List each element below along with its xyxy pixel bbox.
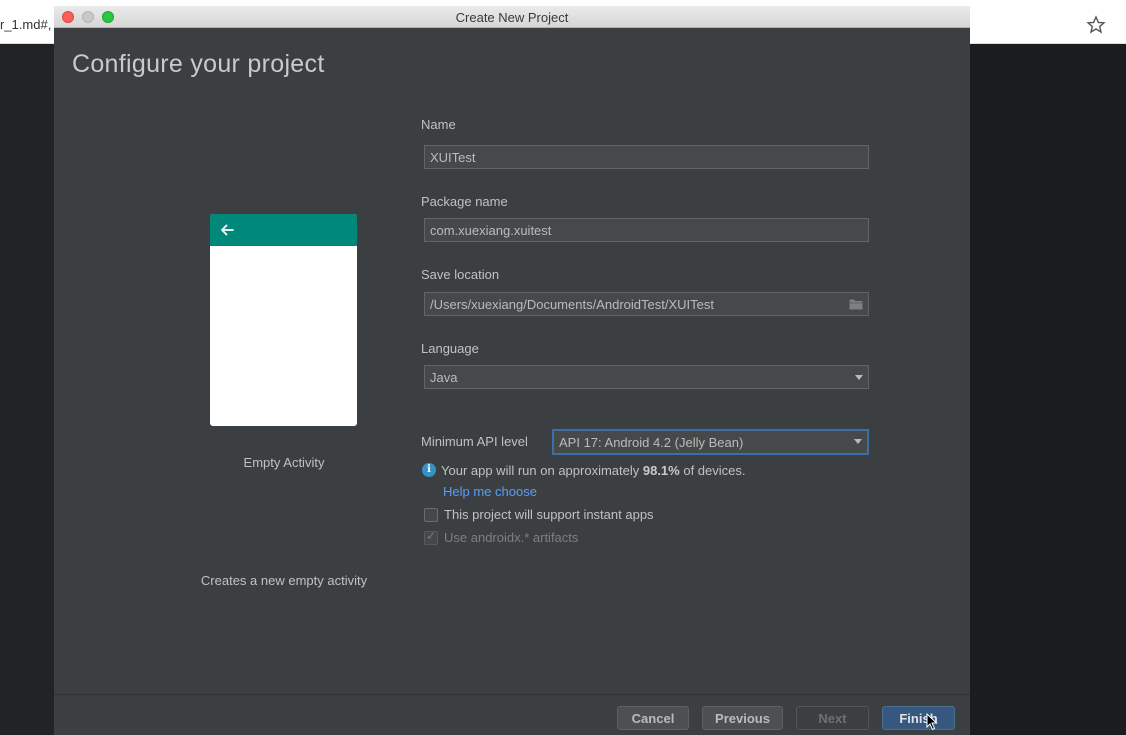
- background-tab-title[interactable]: r_1.md#,: [0, 17, 51, 32]
- name-label: Name: [421, 117, 456, 132]
- coverage-suffix: of devices.: [679, 463, 746, 478]
- footer-divider: [54, 694, 970, 695]
- previous-button[interactable]: Previous: [702, 706, 783, 730]
- location-label: Save location: [421, 267, 500, 282]
- location-field[interactable]: /Users/xuexiang/Documents/AndroidTest/XU…: [424, 292, 869, 316]
- folder-icon[interactable]: [849, 298, 863, 310]
- template-preview: [210, 214, 357, 426]
- coverage-percent: 98.1%: [642, 463, 680, 478]
- finish-button[interactable]: Finish: [882, 706, 955, 730]
- location-value: /Users/xuexiang/Documents/AndroidTest/XU…: [430, 297, 714, 312]
- template-name: Empty Activity: [243, 455, 325, 470]
- chevron-down-icon: [854, 439, 862, 444]
- package-label: Package name: [421, 194, 508, 209]
- help-me-choose-link[interactable]: Help me choose: [443, 484, 537, 499]
- androidx-label: Use androidx.* artifacts: [444, 530, 579, 545]
- dialog-titlebar: Create New Project: [54, 6, 970, 28]
- api-level-value: API 17: Android 4.2 (Jelly Bean): [559, 435, 744, 450]
- coverage-prefix: Your app will run on approximately: [441, 463, 643, 478]
- instant-apps-checkbox[interactable]: [424, 508, 438, 522]
- template-description: Creates a new empty activity: [200, 573, 368, 588]
- api-level-select[interactable]: API 17: Android 4.2 (Jelly Bean): [552, 429, 869, 455]
- language-value: Java: [430, 370, 458, 385]
- dialog-title: Create New Project: [455, 10, 569, 25]
- star-icon[interactable]: [1086, 15, 1106, 35]
- cancel-button[interactable]: Cancel: [617, 706, 689, 730]
- create-project-dialog: Create New Project Configure your projec…: [54, 6, 970, 735]
- name-value: XUITest: [430, 150, 476, 165]
- language-label: Language: [421, 341, 479, 356]
- page-title: Configure your project: [72, 50, 325, 78]
- back-arrow-icon: [221, 224, 234, 236]
- next-button[interactable]: Next: [796, 706, 869, 730]
- name-field[interactable]: XUITest: [424, 145, 869, 169]
- chevron-down-icon: [855, 375, 863, 380]
- instant-apps-label[interactable]: This project will support instant apps: [444, 507, 654, 522]
- mouse-cursor-icon: [926, 713, 938, 731]
- package-value: com.xuexiang.xuitest: [430, 223, 552, 238]
- preview-app-bar: [210, 214, 357, 246]
- background-left-area: [0, 44, 54, 735]
- info-icon: i: [422, 463, 436, 477]
- checkmark-icon: ✓: [426, 529, 437, 543]
- package-field[interactable]: com.xuexiang.xuitest: [424, 218, 869, 242]
- language-select[interactable]: Java: [424, 365, 869, 389]
- background-right-area: [970, 44, 1126, 735]
- api-level-label: Minimum API level: [421, 434, 528, 449]
- androidx-checkbox: ✓: [424, 529, 438, 545]
- device-coverage-text: Your app will run on approximately 98.1%…: [441, 463, 746, 478]
